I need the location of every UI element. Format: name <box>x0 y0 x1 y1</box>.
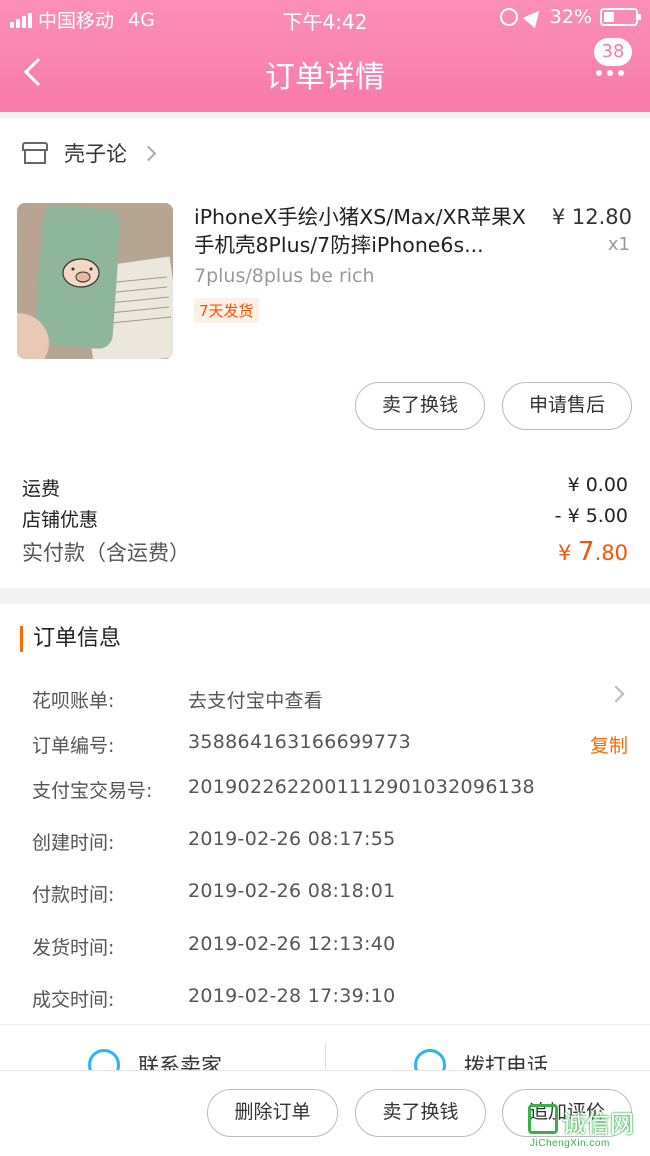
order-info-title: 订单信息 <box>20 626 121 652</box>
sell-for-cash-button[interactable]: 卖了换钱 <box>355 382 485 430</box>
alipay-trade-number: 2019022622001112901032096138 <box>188 776 535 798</box>
info-label: 发货时间: <box>32 937 115 959</box>
chevron-right-icon <box>140 145 157 161</box>
discount-label: 店铺优惠 <box>22 509 99 531</box>
info-label: 成交时间: <box>32 989 115 1011</box>
rotation-lock-icon <box>499 8 518 26</box>
battery-percent: 32% <box>549 6 592 28</box>
total-decimal: .80 <box>594 541 628 565</box>
more-button[interactable]: 38 <box>586 38 636 88</box>
phone-icon <box>414 1049 446 1072</box>
discount-value: - ¥ 5.00 <box>554 505 628 527</box>
call-label: 拨打电话 <box>464 1054 548 1072</box>
info-value: 去支付宝中查看 <box>188 690 324 712</box>
location-icon <box>522 5 546 29</box>
discount-row: 店铺优惠 - ¥ 5.00 <box>22 505 628 532</box>
order-info-card <box>0 604 650 1024</box>
watermark-text: 诚信网 <box>562 1110 634 1138</box>
watermark-logo: 诚信网 JiChengXin.com <box>528 1102 646 1152</box>
total-label: 实付款（含运费） <box>22 541 190 565</box>
chat-icon <box>88 1049 120 1072</box>
info-value: 2019-02-26 08:17:55 <box>188 828 396 850</box>
call-button[interactable]: 拨打电话 <box>414 1049 548 1072</box>
product-title[interactable]: iPhoneX手绘小猪XS/Max/XR苹果X手机壳8Plus/7防摔iPhon… <box>194 203 539 259</box>
total-row: 实付款（含运费） ¥ 7.80 <box>22 537 628 567</box>
info-value: 2019-02-26 08:18:01 <box>188 880 396 902</box>
status-right: 32% <box>499 5 641 29</box>
contact-seller-label: 联系卖家 <box>138 1054 222 1072</box>
watermark-icon <box>528 1104 558 1134</box>
contact-bar: 联系卖家 拨打电话 <box>0 1024 650 1072</box>
shipping-row: 运费 ¥ 0.00 <box>22 474 628 501</box>
divider <box>325 1043 326 1072</box>
sell-for-cash-button-bottom[interactable]: 卖了换钱 <box>355 1089 486 1137</box>
product-price: ¥ 12.80 <box>551 205 632 229</box>
info-value: 2019-02-28 17:39:10 <box>188 985 396 1007</box>
shop-icon <box>22 142 48 164</box>
shop-name: 壳子论 <box>64 142 127 166</box>
total-value: ¥ 7.80 <box>558 537 628 567</box>
delete-order-button[interactable]: 删除订单 <box>207 1089 338 1137</box>
order-number: 358864163166699773 <box>188 731 411 753</box>
after-sale-button[interactable]: 申请售后 <box>502 382 632 430</box>
product-sku: 7plus/8plus be rich <box>194 265 375 287</box>
more-dots-icon <box>596 70 624 76</box>
app-header: 中国移动 4G 下午4:42 32% 订单详情 38 <box>0 0 650 112</box>
info-label: 支付宝交易号: <box>32 780 153 802</box>
battery-level <box>604 12 614 22</box>
watermark-sub: JiChengXin.com <box>530 1138 610 1149</box>
shipping-label: 运费 <box>22 478 61 500</box>
info-label: 花呗账单: <box>32 690 115 712</box>
battery-icon <box>600 8 641 26</box>
info-label: 付款时间: <box>32 884 115 906</box>
status-bar: 中国移动 4G 下午4:42 32% <box>0 0 650 36</box>
info-label: 订单编号: <box>32 735 115 757</box>
page-title: 订单详情 <box>265 60 385 95</box>
total-integer: 7 <box>578 537 595 567</box>
product-image[interactable] <box>17 203 173 359</box>
copy-button[interactable]: 复制 <box>590 731 628 758</box>
total-currency: ¥ <box>558 541 579 565</box>
shop-row[interactable]: 壳子论 <box>22 138 157 168</box>
shipping-value: ¥ 0.00 <box>567 474 628 496</box>
info-value: 2019-02-26 12:13:40 <box>188 933 396 955</box>
info-label: 创建时间: <box>32 832 115 854</box>
contact-seller-button[interactable]: 联系卖家 <box>88 1049 222 1072</box>
phone-case-illustration <box>17 203 173 359</box>
product-quantity: x1 <box>607 234 630 255</box>
delivery-tag: 7天发货 <box>194 298 259 323</box>
message-badge: 38 <box>594 38 632 66</box>
